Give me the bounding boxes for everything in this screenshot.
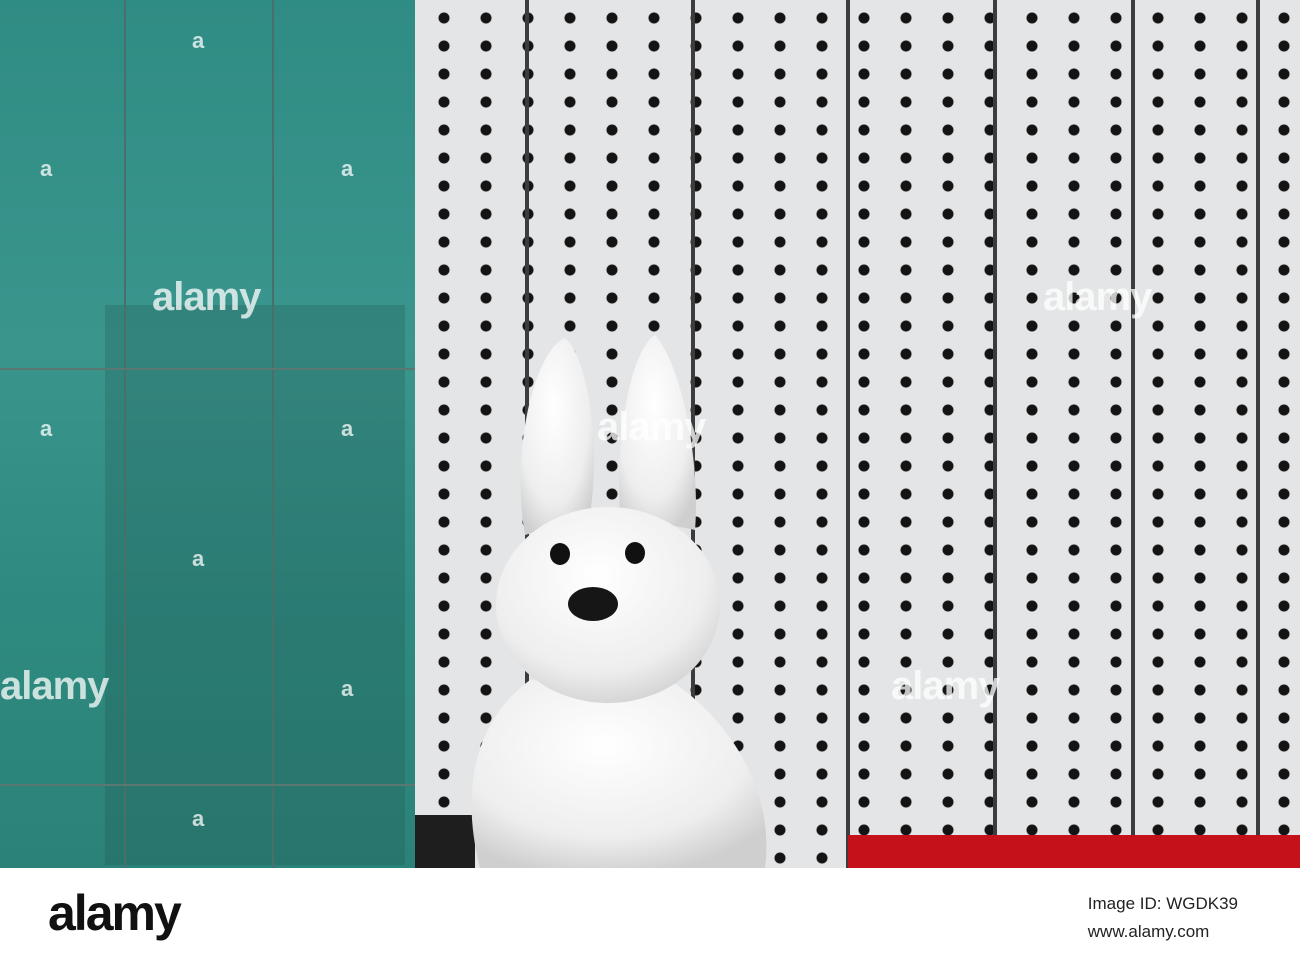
building-reflection <box>105 305 405 865</box>
left-ear <box>520 338 594 535</box>
watermark-small: a <box>40 156 53 181</box>
watermark: alamy <box>0 664 109 708</box>
watermark: alamy <box>1043 275 1152 319</box>
right-eye <box>625 542 645 564</box>
watermark-small: a <box>192 806 205 831</box>
red-band <box>848 835 1300 868</box>
photo: alamy alamy alamy alamy alamy a a a a a … <box>0 0 1300 868</box>
glass-divider <box>272 0 274 868</box>
facade-panel-line <box>846 0 850 868</box>
watermark-small: a <box>341 676 354 701</box>
watermark-small: a <box>192 28 205 53</box>
image-id: Image ID: WGDK39 <box>1087 894 1238 913</box>
watermark-small: a <box>192 546 205 571</box>
alamy-logo: alamy <box>48 885 182 941</box>
left-eye <box>550 543 570 565</box>
image-info: Image ID: WGDK39 www.alamy.com <box>1088 890 1238 946</box>
watermark-small: a <box>341 416 354 441</box>
facade-panel-line <box>1131 0 1135 868</box>
site-url: www.alamy.com <box>1087 922 1210 941</box>
watermark-small: a <box>341 156 354 181</box>
facade-panel-line <box>993 0 997 868</box>
watermark-small: a <box>40 416 53 441</box>
facade-panel-line <box>1256 0 1260 868</box>
footer-bar: alamy Image ID: WGDK39 www.alamy.com <box>0 868 1300 957</box>
nose <box>568 587 618 621</box>
watermark: alamy <box>891 664 1000 708</box>
glass-divider <box>0 784 415 786</box>
glass-divider <box>0 368 415 370</box>
body <box>471 680 767 868</box>
watermark: alamy <box>152 275 261 319</box>
glass-divider <box>124 0 126 868</box>
watermark: alamy <box>597 405 706 449</box>
